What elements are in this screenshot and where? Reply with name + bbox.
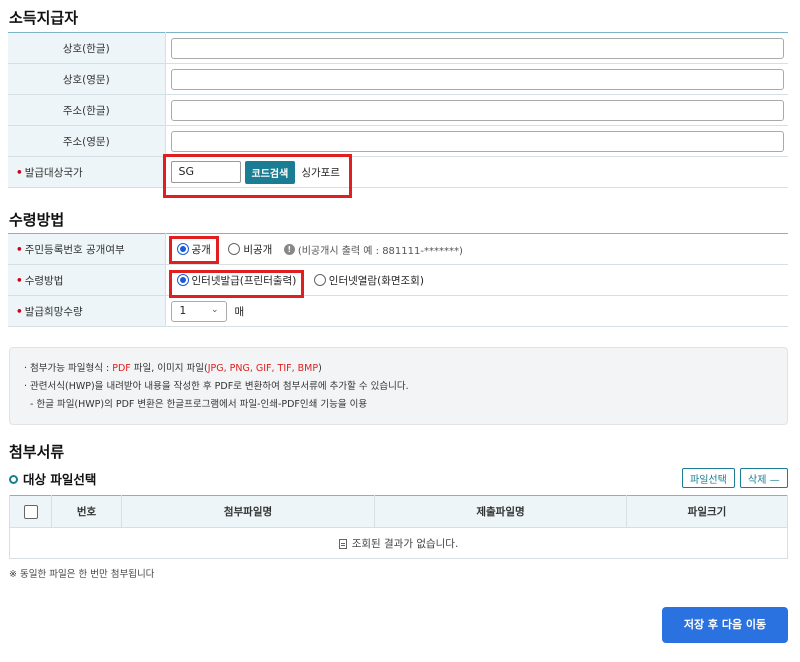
country-name: 싱가포르 [301, 166, 340, 179]
quantity-unit: 매 [234, 305, 245, 318]
col-number: 번호 [51, 495, 122, 528]
name-ko-label: 상호(한글) [8, 32, 166, 64]
select-all-cell [9, 495, 52, 528]
document-icon [338, 538, 347, 549]
private-note: (비공개시 출력 예 : 881111-*******) [297, 245, 463, 257]
radio-private-label: 비공개 [243, 243, 273, 256]
method-label-cell: • 수령방법 [8, 264, 166, 296]
guide-line-1: · 첨부가능 파일형식 : PDF 파일, 이미지 파일(JPG, PNG, G… [24, 363, 322, 374]
id-disclosure-label-cell: • 주민등록번호 공개여부 [8, 233, 166, 265]
guide-line-2: · 관련서식(HWP)을 내려받아 내용을 작성한 후 PDF로 변환하여 첨부… [24, 381, 409, 392]
addr-en-label: 주소(영문) [8, 125, 166, 157]
addr-ko-label: 주소(한글) [8, 94, 166, 126]
files-table: 번호 첨부파일명 제출파일명 파일크기 조회된 결과가 없습니다. [9, 495, 788, 559]
name-en-label: 상호(영문) [8, 63, 166, 95]
quantity-value: 1 [179, 304, 187, 317]
col-attach-name: 첨부파일명 [121, 495, 375, 528]
attachments-subtitle: 대상 파일선택 [9, 469, 96, 488]
empty-message: 조회된 결과가 없습니다. [351, 537, 459, 550]
radio-public[interactable] [176, 243, 189, 255]
guide-line-3: - 한글 파일(HWP)의 PDF 변환은 한글프로그램에서 파일-인쇄-PDF… [30, 399, 368, 410]
attachments-section-title: 첨부서류 [9, 443, 65, 461]
receipt-section-title: 수령방법 [9, 211, 65, 229]
delete-button[interactable]: 삭제 — [740, 468, 788, 488]
name-ko-input[interactable] [170, 37, 784, 59]
empty-row: 조회된 결과가 없습니다. [9, 527, 788, 559]
radio-internet-view[interactable] [313, 274, 326, 286]
col-submit-name: 제출파일명 [374, 495, 627, 528]
country-label-cell: • 발급대상국가 [8, 156, 166, 188]
payer-form: 상호(한글) 상호(영문) 주소(한글) 주소(영문) • 발급대상국가 SG 코드… [8, 32, 788, 188]
addr-ko-input[interactable] [170, 99, 784, 121]
info-icon: ! [283, 243, 295, 255]
radio-internet-issue-label: 인터넷발급(프린터출력) [191, 274, 297, 287]
select-all-checkbox[interactable] [23, 504, 38, 519]
payer-section-title: 소득지급자 [9, 9, 79, 27]
col-file-size: 파일크기 [626, 495, 788, 528]
quantity-label-cell: • 발급희망수량 [8, 295, 166, 327]
addr-en-input[interactable] [170, 130, 784, 152]
id-disclosure-label: 주민등록번호 공개여부 [24, 243, 125, 256]
circle-icon [9, 475, 18, 484]
country-code-input[interactable]: SG [170, 161, 241, 183]
quantity-label: 발급희망수량 [24, 305, 83, 318]
country-label: 발급대상국가 [24, 166, 83, 179]
name-en-input[interactable] [170, 68, 784, 90]
quantity-select[interactable]: 1 ⌄ [170, 300, 227, 322]
chevron-down-icon: ⌄ [210, 304, 219, 315]
attachment-guide: · 첨부가능 파일형식 : PDF 파일, 이미지 파일(JPG, PNG, G… [9, 347, 788, 425]
radio-internet-view-label: 인터넷열람(화면조회) [328, 274, 424, 287]
radio-public-label: 공개 [191, 243, 211, 256]
duplicate-note: ※ 동일한 파일은 한 번만 첨부됩니다 [9, 569, 155, 580]
save-next-button[interactable]: 저장 후 다음 이동 [662, 607, 788, 643]
file-select-button[interactable]: 파일선택 [682, 468, 735, 488]
receipt-form: • 주민등록번호 공개여부 공개 비공개 ! (비공개시 출력 예 : 881111… [8, 233, 788, 327]
code-search-button[interactable]: 코드검색 [244, 160, 296, 184]
radio-internet-issue[interactable] [176, 274, 189, 286]
radio-private[interactable] [228, 243, 241, 255]
method-label: 수령방법 [24, 274, 64, 287]
